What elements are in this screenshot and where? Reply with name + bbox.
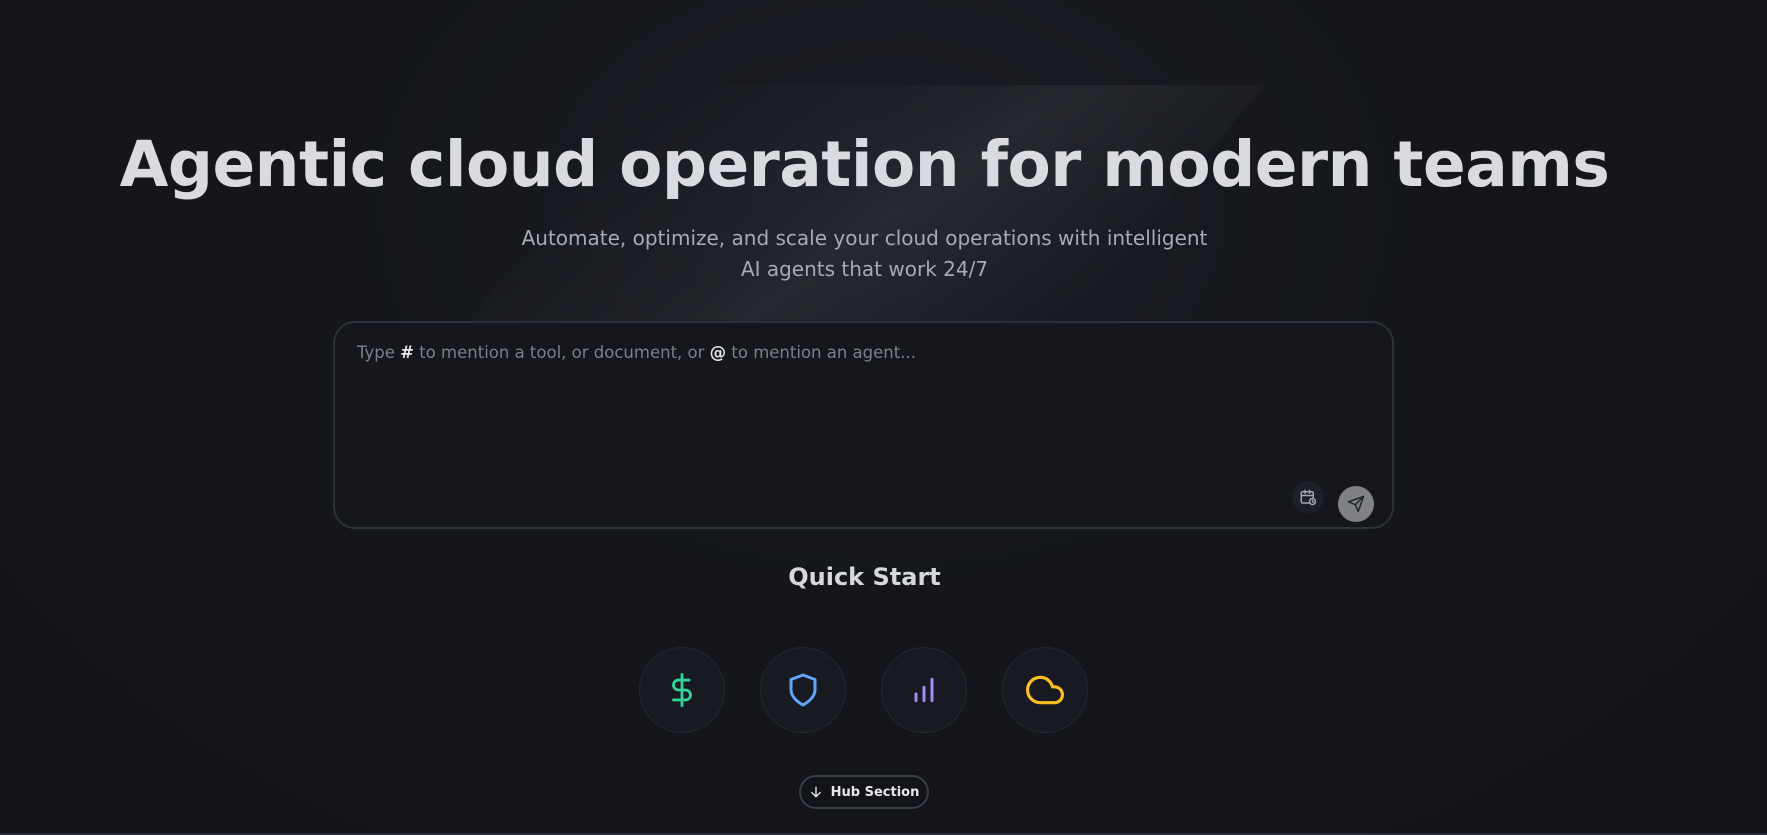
quick-start-analytics-button[interactable]: [881, 647, 967, 733]
placeholder-text-2: to mention a tool, or document, or: [413, 343, 710, 362]
cloud-icon: [1026, 675, 1064, 705]
hub-section-button[interactable]: Hub Section: [799, 775, 929, 809]
prompt-input-box[interactable]: Type # to mention a tool, or document, o…: [333, 321, 1394, 529]
shield-icon: [789, 673, 817, 707]
schedule-button[interactable]: [1292, 481, 1324, 513]
quick-start-cost-button[interactable]: [639, 647, 725, 733]
arrow-down-icon: [810, 786, 821, 798]
calendar-clock-icon: [1300, 489, 1317, 506]
placeholder-text-3: to mention an agent...: [726, 343, 916, 362]
placeholder-hash: #: [400, 343, 414, 362]
background-light-streak: [455, 85, 1265, 335]
quick-start-title: Quick Start: [788, 563, 941, 591]
dollar-icon: [672, 673, 692, 707]
quick-start-actions: [639, 647, 1088, 733]
landing-page: Agentic cloud operation for modern teams…: [0, 0, 1767, 835]
quick-start-cloud-button[interactable]: [1002, 647, 1088, 733]
hero-subtitle-line-1: Automate, optimize, and scale your cloud…: [521, 226, 1208, 250]
send-icon: [1347, 495, 1365, 513]
bar-chart-icon: [914, 677, 934, 703]
hub-section-label: Hub Section: [830, 784, 920, 800]
send-button[interactable]: [1338, 486, 1374, 522]
hero-subtitle: Automate, optimize, and scale your cloud…: [0, 223, 1729, 285]
placeholder-text-1: Type: [357, 343, 401, 362]
prompt-input-placeholder[interactable]: Type # to mention a tool, or document, o…: [357, 343, 916, 362]
hero-subtitle-line-2: AI agents that work 24/7: [740, 257, 989, 281]
hero-title: Agentic cloud operation for modern teams: [119, 128, 1610, 201]
quick-start-security-button[interactable]: [760, 647, 846, 733]
placeholder-at: @: [709, 343, 727, 362]
